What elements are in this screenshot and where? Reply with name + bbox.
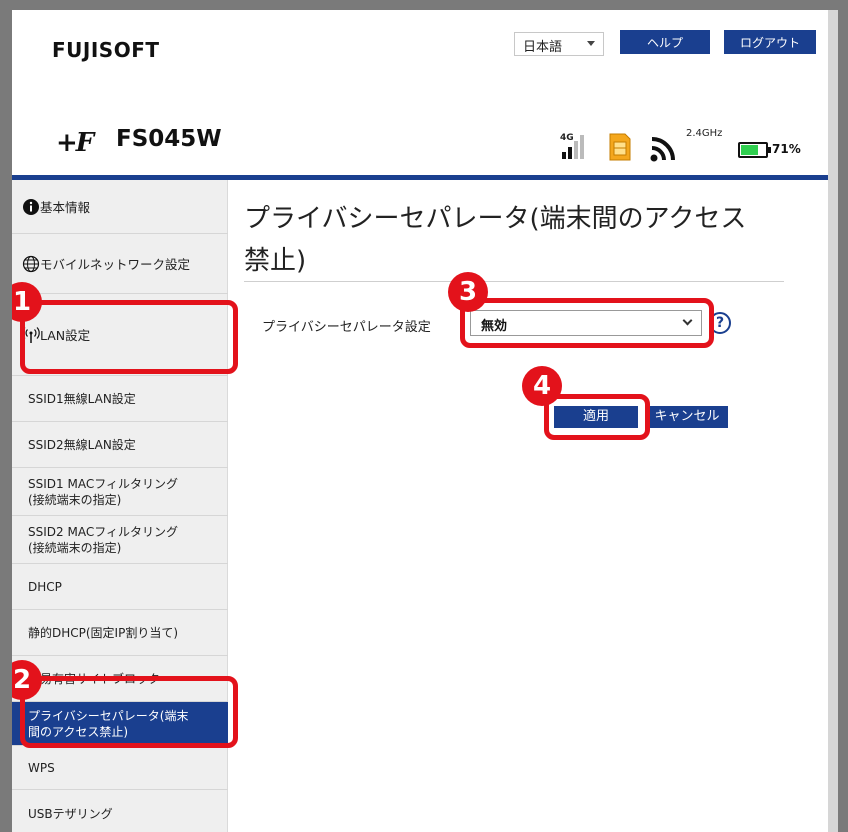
- battery-fill: [741, 145, 758, 155]
- sim-card-icon: [609, 133, 631, 161]
- callout-box-2: [20, 676, 238, 748]
- sidebar-item-label: USBテザリング: [28, 806, 113, 821]
- sidebar-item-label: SSID1 MACフィルタリング (接続端末の指定): [28, 476, 178, 507]
- router-admin-page: FUJISOFT 日本語 ヘルプ ログアウト +F FS045W 4G 2.4G…: [12, 10, 838, 832]
- logo-mark: +F: [56, 128, 94, 158]
- sidebar-item-ssid1-mac-filter[interactable]: SSID1 MACフィルタリング (接続端末の指定): [12, 468, 228, 516]
- globe-icon: [22, 255, 40, 272]
- sidebar-item-label: モバイルネットワーク設定: [40, 257, 191, 272]
- step-badge-4: 4: [522, 366, 562, 406]
- status-area: 4G 2.4GHz 71%: [560, 128, 801, 168]
- sidebar-item-label: SSID1無線LAN設定: [28, 392, 136, 406]
- scroll-gutter: [828, 10, 838, 832]
- sidebar-item-label: SSID2 MACフィルタリング (接続端末の指定): [28, 524, 178, 555]
- sidebar-item-label: WPS: [28, 760, 55, 775]
- step-badge-3: 3: [448, 272, 488, 312]
- sidebar-item-dhcp[interactable]: DHCP: [12, 564, 228, 610]
- sidebar-item-ssid2-wlan[interactable]: SSID2無線LAN設定: [12, 422, 228, 468]
- callout-box-4: [544, 394, 650, 440]
- callout-box-1: [20, 300, 238, 374]
- sidebar-item-mobile-network[interactable]: モバイルネットワーク設定: [12, 234, 228, 294]
- wifi-band-label: 2.4GHz: [686, 128, 723, 139]
- sidebar-item-ssid1-wlan[interactable]: SSID1無線LAN設定: [12, 376, 228, 422]
- logout-button[interactable]: ログアウト: [724, 30, 816, 54]
- battery-icon: [738, 142, 771, 158]
- model-name: FS045W: [116, 126, 222, 152]
- sidebar-item-label: 基本情報: [40, 200, 91, 215]
- battery-percent: 71%: [772, 142, 801, 156]
- wifi-icon: [650, 137, 675, 162]
- sidebar-item-basic-info[interactable]: 基本情報: [12, 180, 228, 234]
- sidebar-item-label: SSID2無線LAN設定: [28, 438, 136, 452]
- help-button[interactable]: ヘルプ: [620, 30, 710, 54]
- sidebar-item-label: DHCP: [28, 579, 62, 594]
- cancel-button[interactable]: キャンセル: [646, 406, 728, 428]
- network-type-label: 4G: [560, 133, 574, 143]
- language-value: 日本語: [523, 40, 563, 55]
- signal-bars-icon: 4G: [560, 133, 584, 159]
- title-divider: [244, 281, 784, 282]
- battery-terminal: [768, 147, 771, 153]
- sidebar-item-label: 静的DHCP(固定IP割り当て): [28, 626, 179, 640]
- sidebar-item-usb-tethering[interactable]: USBテザリング: [12, 790, 228, 832]
- sidebar-item-ssid2-mac-filter[interactable]: SSID2 MACフィルタリング (接続端末の指定): [12, 516, 228, 564]
- privacy-separator-setting-label: プライバシーセパレータ設定: [262, 320, 431, 335]
- sidebar-item-wps[interactable]: WPS: [12, 746, 228, 790]
- caret-down-icon: [587, 41, 595, 46]
- callout-box-3: [460, 298, 714, 348]
- brand-name: FUJISOFT: [52, 38, 160, 62]
- info-icon: [23, 198, 39, 215]
- language-select[interactable]: 日本語: [514, 32, 604, 56]
- page-title: プライバシーセパレータ(端末間のアクセス禁止): [244, 204, 747, 276]
- sidebar-item-static-dhcp[interactable]: 静的DHCP(固定IP割り当て): [12, 610, 228, 656]
